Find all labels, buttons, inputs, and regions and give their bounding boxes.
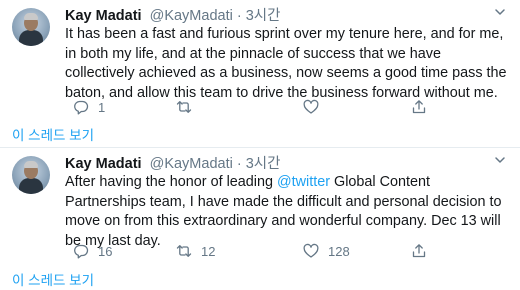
tweet-text-part: After having the honor of leading [65,174,278,190]
avatar-hair [24,161,38,168]
reply-button[interactable]: 1 [73,99,105,115]
reply-icon [74,100,89,115]
avatar-hair [24,13,38,20]
mention-link[interactable]: @twitter [277,174,330,190]
reply-icon [74,244,89,259]
user-handle[interactable]: @KayMadati [150,8,233,24]
avatar[interactable] [12,8,50,46]
reply-count: 16 [98,243,113,259]
heart-icon [303,243,319,258]
tweet[interactable]: Kay Madati @KayMadati · 3시간 After having… [0,148,520,290]
share-icon [412,100,426,114]
separator-dot: · [236,156,242,172]
display-name[interactable]: Kay Madati [65,156,142,172]
tweet-actions: 16 12 128 [65,243,505,261]
heart-icon [303,99,319,114]
tweet-content: Kay Madati @KayMadati · 3시간 After having… [65,155,508,251]
tweet-actions: 1 [65,99,505,117]
avatar-body [19,178,43,194]
tweet-header: Kay Madati @KayMadati · 3시간 [65,155,508,173]
tweet-header: Kay Madati @KayMadati · 3시간 [65,7,508,25]
retweet-button[interactable] [176,99,201,115]
share-button[interactable] [411,99,427,115]
show-thread-link[interactable]: 이 스레드 보기 [12,124,94,144]
user-handle[interactable]: @KayMadati [150,156,233,172]
tweet-text: It has been a fast and furious sprint ov… [65,26,507,101]
share-button[interactable] [411,243,427,259]
tweet-content: Kay Madati @KayMadati · 3시간 It has been … [65,7,508,103]
retweet-count: 12 [201,243,216,259]
show-thread-link[interactable]: 이 스레드 보기 [12,269,94,289]
avatar[interactable] [12,156,50,194]
tweet-text: After having the honor of leading @twitt… [65,173,508,251]
timestamp[interactable]: 3시간 [246,8,281,24]
like-button[interactable] [303,99,328,115]
share-icon [412,244,426,258]
like-button[interactable]: 128 [303,243,350,259]
reply-count: 1 [98,99,106,115]
avatar-body [19,30,43,46]
retweet-icon [176,245,192,257]
retweet-icon [176,101,192,113]
tweet[interactable]: Kay Madati @KayMadati · 3시간 It has been … [0,0,520,148]
retweet-button[interactable]: 12 [176,243,215,259]
reply-button[interactable]: 16 [73,243,112,259]
like-count: 128 [328,243,350,259]
timestamp[interactable]: 3시간 [246,156,281,172]
separator-dot: · [236,8,242,24]
display-name[interactable]: Kay Madati [65,8,142,24]
